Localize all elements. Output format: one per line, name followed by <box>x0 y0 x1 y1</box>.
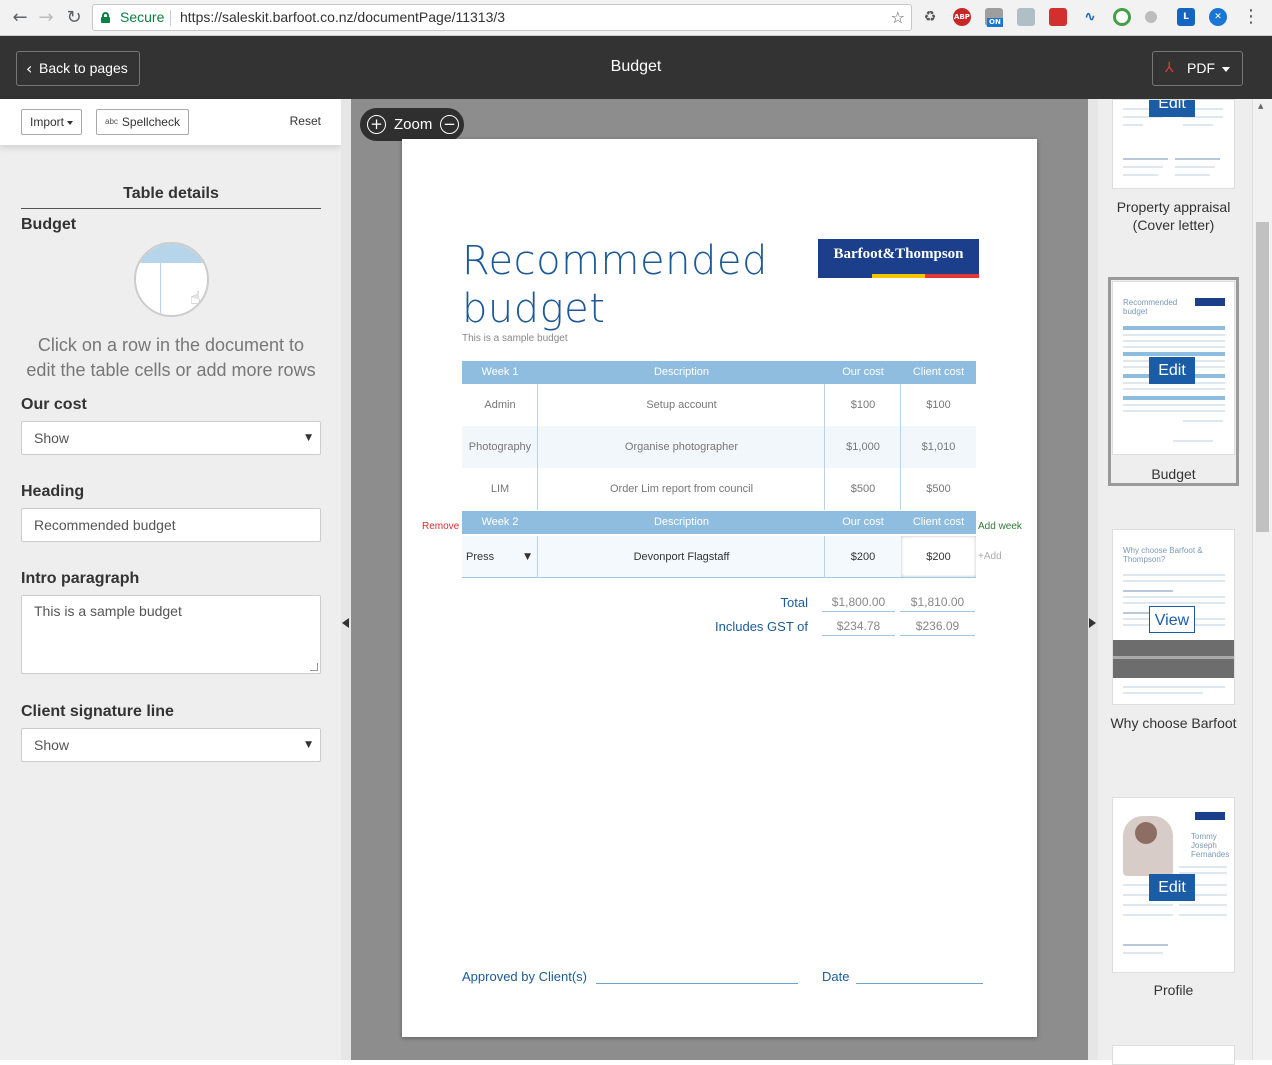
page-thumbnail-budget[interactable]: Recommended budget Edit <box>1112 281 1235 455</box>
document-heading[interactable]: Recommended budget <box>462 237 802 333</box>
edit-page-button[interactable]: Edit <box>1149 357 1195 384</box>
approved-by-label: Approved by Client(s) <box>462 969 587 984</box>
back-arrow-icon[interactable]: ← <box>8 6 32 30</box>
browser-toolbar: ← → ↻ Secure https://saleskit.barfoot.co… <box>0 0 1272 36</box>
dropdown-arrow-icon: ▼ <box>305 740 312 750</box>
circle-extension-icon[interactable] <box>1113 8 1131 26</box>
collapse-right-arrow-icon[interactable] <box>1089 618 1096 628</box>
description-cell[interactable]: Devonport Flagstaff <box>538 536 825 578</box>
collapse-left-arrow-icon[interactable] <box>342 618 349 628</box>
table-row[interactable]: Admin Setup account $100 $100 <box>462 384 976 426</box>
view-page-button[interactable]: View <box>1149 606 1195 633</box>
caret-down-icon <box>67 120 74 125</box>
globe-extension-icon[interactable]: ✕ <box>1209 8 1227 26</box>
page-label-cover-letter: Property appraisal (Cover letter) <box>1116 199 1231 233</box>
page-label-budget: Budget <box>1151 466 1196 482</box>
signature-line <box>596 983 798 984</box>
heading-label: Heading <box>21 483 85 500</box>
address-bar[interactable]: Secure https://saleskit.barfoot.co.nz/do… <box>92 4 912 31</box>
dropdown-arrow-icon: ▼ <box>305 433 312 443</box>
week-1-header-row[interactable]: Week 1 Description Our cost Client cost <box>462 361 976 384</box>
our-cost-cell[interactable]: $200 <box>825 536 901 578</box>
document-intro[interactable]: This is a sample budget <box>462 333 568 344</box>
edit-page-button[interactable]: Edit <box>1149 100 1195 117</box>
total-client-cost: $1,810.00 <box>900 595 975 612</box>
zoom-label: Zoom <box>394 116 433 133</box>
red-extension-icon[interactable] <box>1049 8 1067 26</box>
page-thumbnail-why-choose[interactable]: Why choose Barfoot & Thompson? View <box>1112 529 1235 705</box>
zoom-control: + Zoom − <box>360 108 464 141</box>
import-button[interactable]: Import <box>21 109 83 135</box>
reset-button[interactable]: Reset <box>290 114 321 128</box>
bookmark-star-icon[interactable]: ☆ <box>891 5 905 30</box>
resize-grip-icon <box>310 663 318 671</box>
caret-down-icon <box>1222 67 1230 72</box>
dropdown-arrow-icon: ▼ <box>524 552 531 562</box>
date-label: Date <box>822 969 850 984</box>
total-our-cost: $1,800.00 <box>822 595 895 612</box>
wave-extension-icon[interactable]: ∿ <box>1081 8 1099 26</box>
gst-label: Includes GST of <box>715 619 808 634</box>
pdf-button[interactable]: ⅄ PDF <box>1152 51 1243 86</box>
pdf-label: PDF <box>1187 60 1215 76</box>
secure-label: Secure <box>120 9 165 25</box>
hint-text: Click on a row in the document to edit t… <box>26 335 316 380</box>
table-row[interactable]: LIM Order Lim report from council $500 $… <box>462 468 976 510</box>
section-title: Table details <box>21 185 321 209</box>
edit-page-button[interactable]: Edit <box>1149 874 1195 901</box>
gst-client-cost: $236.09 <box>900 619 975 636</box>
zoom-out-icon[interactable]: − <box>440 115 459 134</box>
spellcheck-icon: abc <box>105 117 118 126</box>
pdf-icon: ⅄ <box>1165 60 1174 76</box>
editor-toolbar: Import abc Spellcheck Reset <box>0 99 341 145</box>
page-label-profile: Profile <box>1153 982 1194 998</box>
client-cost-input[interactable]: $200 <box>901 536 976 577</box>
document-page: Recommended budget This is a sample budg… <box>402 139 1037 1037</box>
barfoot-logo: Barfoot&Thompson <box>818 239 980 278</box>
intro-paragraph-textarea[interactable]: This is a sample budget <box>21 595 321 674</box>
total-label: Total <box>780 595 808 610</box>
add-row-link[interactable]: +Add <box>978 551 1002 562</box>
gst-our-cost: $234.78 <box>822 619 895 636</box>
toggle-extension-icon[interactable]: ON <box>985 8 1003 27</box>
our-cost-select[interactable]: Show ▼ <box>21 421 321 455</box>
recycle-extension-icon[interactable]: ♻ <box>921 8 939 26</box>
spellcheck-button[interactable]: abc Spellcheck <box>96 109 189 135</box>
screenshot-extension-icon[interactable] <box>1017 8 1035 26</box>
pages-scrollbar[interactable]: ▲ <box>1252 99 1272 1060</box>
app-header: ‹ Back to pages Budget ⅄ PDF <box>0 36 1272 99</box>
budget-label: Budget <box>21 216 77 233</box>
intro-paragraph-label: Intro paragraph <box>21 570 140 587</box>
client-signature-select[interactable]: Show ▼ <box>21 728 321 762</box>
blue-square-extension-icon[interactable]: L <box>1177 8 1195 26</box>
page-thumbnail-profile[interactable]: Tommy Joseph Fernandes Edit <box>1112 797 1235 973</box>
lock-icon <box>101 12 110 23</box>
page-thumbnail-next[interactable] <box>1112 1045 1235 1065</box>
date-line <box>856 983 983 984</box>
zoom-in-icon[interactable]: + <box>367 115 386 134</box>
week-2-header-row[interactable]: Week 2 Description Our cost Client cost <box>462 511 976 534</box>
table-row[interactable]: Photography Organise photographer $1,000… <box>462 426 976 468</box>
scroll-up-icon: ▲ <box>1258 102 1264 110</box>
heading-input[interactable]: Recommended budget <box>21 508 321 542</box>
url-text[interactable]: https://saleskit.barfoot.co.nz/documentP… <box>180 5 505 30</box>
page-thumbnail-cover-letter[interactable]: Edit <box>1112 99 1235 189</box>
forward-arrow-icon[interactable]: → <box>34 6 58 30</box>
page-label-why-choose: Why choose Barfoot <box>1110 715 1237 731</box>
table-details-panel: Import abc Spellcheck Reset Table details… <box>0 99 341 1060</box>
add-week-link[interactable]: Add week <box>978 521 1022 532</box>
gray-extension-icon[interactable] <box>1145 11 1157 23</box>
browser-menu-icon[interactable]: ⋮ <box>1242 6 1260 27</box>
reload-icon[interactable]: ↻ <box>62 6 86 30</box>
hand-pointer-icon: ☝ <box>190 288 201 309</box>
adblock-extension-icon[interactable]: ABP <box>953 8 971 26</box>
our-cost-label: Our cost <box>21 396 87 413</box>
client-signature-label: Client signature line <box>21 703 174 720</box>
scrollbar-thumb[interactable] <box>1256 222 1269 532</box>
editable-table-row[interactable]: Press ▼ Devonport Flagstaff $200 $200 <box>462 536 976 578</box>
page-title: Budget <box>610 58 662 75</box>
row-click-illustration: ☝ <box>134 242 209 317</box>
category-select[interactable]: Press ▼ <box>462 536 537 577</box>
remove-week-link[interactable]: Remove <box>422 521 459 532</box>
